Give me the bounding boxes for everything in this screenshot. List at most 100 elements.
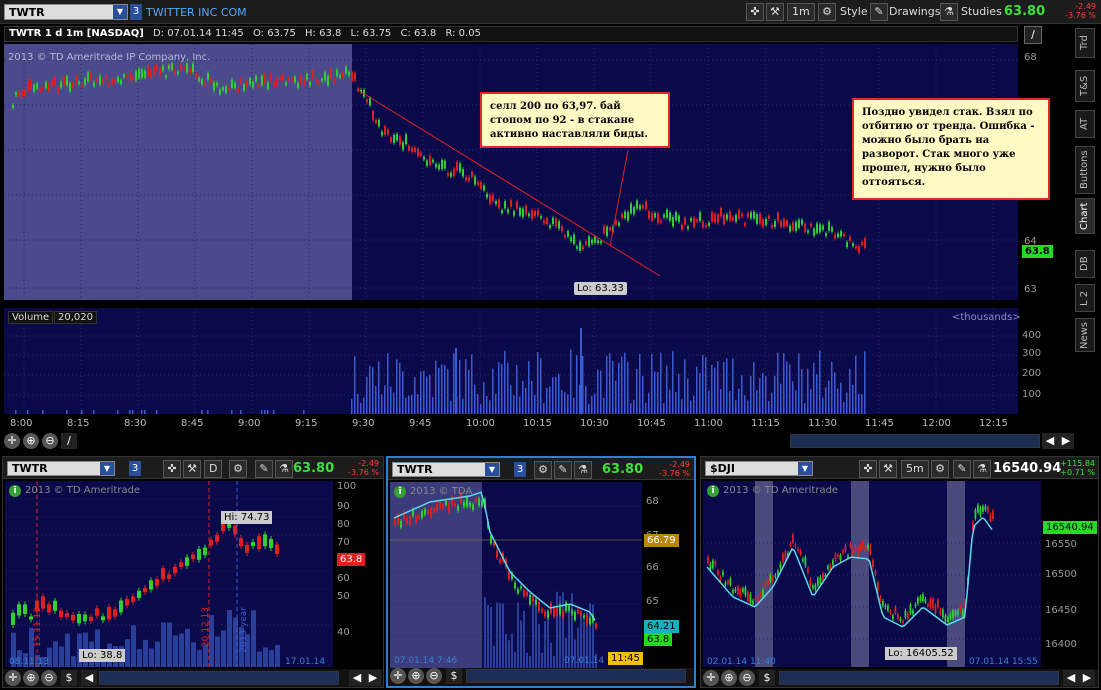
- price-badge: 16540.94: [1043, 521, 1097, 534]
- tab-chart[interactable]: Chart: [1075, 198, 1095, 234]
- dollar-icon[interactable]: $: [759, 670, 775, 686]
- price-badge: 63.8: [644, 633, 673, 646]
- studies-icon[interactable]: ⚗: [973, 460, 991, 478]
- tab-news[interactable]: News: [1075, 318, 1095, 352]
- panel-dji-info: i 2013 © TD Ameritrade: [707, 485, 838, 497]
- vol-tick-100: 100: [1022, 389, 1042, 400]
- panel-dji-symbol-input[interactable]: $DJI ▼: [705, 461, 813, 476]
- main-scrollbar[interactable]: [790, 434, 1040, 448]
- zoom-out-icon[interactable]: ⊖: [42, 433, 58, 449]
- pencil-icon[interactable]: ✎: [554, 461, 572, 479]
- zoom-out-icon[interactable]: ⊖: [426, 668, 442, 684]
- draw-line-icon[interactable]: ∕: [61, 433, 77, 449]
- zoom-in-icon[interactable]: ⊕: [23, 433, 39, 449]
- pan-icon[interactable]: ✛: [4, 433, 20, 449]
- interval-button[interactable]: 5m: [901, 460, 929, 478]
- scrollbar[interactable]: [466, 669, 686, 683]
- scroll-right-icon[interactable]: ▶: [1079, 670, 1095, 686]
- crosshair-tool-icon[interactable]: ✜: [859, 460, 877, 478]
- tab-db[interactable]: DB: [1075, 250, 1095, 278]
- panel-intraday-symbol-input[interactable]: TWTR ▼: [392, 462, 500, 477]
- y-tick: 60: [337, 573, 350, 584]
- change-abs: -2.49: [358, 459, 379, 468]
- panel-intraday-info: i 2013 © TDA: [394, 486, 472, 498]
- hi-label: Hi: 74.73: [221, 511, 273, 524]
- date-left: 08.11.13: [9, 657, 50, 667]
- wrench-icon[interactable]: ⚒: [879, 460, 897, 478]
- lo-label: Lo: 38.8: [79, 649, 126, 662]
- zoom-in-icon[interactable]: ⊕: [23, 670, 39, 686]
- panel-daily-toolbar: TWTR ▼ 3 ✜ ⚒ D ⚙ ✎ ⚗ 63.80 -2.49 -3.76 %: [3, 457, 383, 479]
- tab-at[interactable]: AT: [1075, 110, 1095, 138]
- pencil-icon[interactable]: ✎: [953, 460, 971, 478]
- panel-intraday-toolbar: TWTR ▼ 3 ⚙ ✎ ⚗ 63.80 -2.49 -3.76 %: [388, 458, 694, 480]
- dollar-icon[interactable]: $: [446, 668, 462, 684]
- wrench-icon[interactable]: ⚒: [183, 460, 201, 478]
- panel-dji-chart[interactable]: [703, 481, 1041, 667]
- vline-label-2: 20.12.13: [201, 607, 211, 648]
- volume-title: Volume: [8, 311, 54, 324]
- panel-intraday-chart[interactable]: [390, 482, 642, 668]
- dropdown-icon[interactable]: ▼: [100, 462, 114, 475]
- zoom-out-icon[interactable]: ⊖: [739, 670, 755, 686]
- style-icon[interactable]: ⚙: [931, 460, 949, 478]
- studies-icon[interactable]: ⚗: [574, 461, 592, 479]
- y-tick: 16450: [1045, 605, 1077, 616]
- dropdown-icon[interactable]: ▼: [485, 463, 499, 476]
- zoom-in-icon[interactable]: ⊕: [408, 668, 424, 684]
- info-icon[interactable]: i: [9, 485, 21, 497]
- tab-l2[interactable]: L 2: [1075, 284, 1095, 312]
- studies-icon[interactable]: ⚗: [275, 460, 293, 478]
- link-group-button[interactable]: 3: [129, 461, 141, 476]
- scroll-right-icon[interactable]: ▶: [1058, 433, 1074, 449]
- scroll-right-icon[interactable]: ▶: [365, 670, 381, 686]
- vline-label-1: 15.11.13: [33, 607, 43, 648]
- zoom-out-icon[interactable]: ⊖: [41, 670, 57, 686]
- panel-intraday-price: 63.80: [602, 462, 644, 477]
- time-badge: 11:45: [608, 652, 643, 665]
- panel-daily-symbol-input[interactable]: TWTR ▼: [7, 461, 115, 476]
- time-tick: 11:30: [808, 418, 837, 429]
- pan-icon[interactable]: ✛: [5, 670, 21, 686]
- scroll-left-icon[interactable]: ◀: [81, 670, 97, 686]
- info-icon[interactable]: i: [707, 485, 719, 497]
- time-tick: 10:30: [580, 418, 609, 429]
- panel-daily-price: 63.80: [293, 461, 335, 476]
- panel-daily-chart[interactable]: [5, 481, 333, 667]
- panel-dji-symbol: $DJI: [710, 462, 735, 475]
- panel-daily-controls: ✛ ⊕ ⊖ $ ◀ ◀ ▶: [3, 669, 383, 687]
- link-group-button[interactable]: 3: [514, 462, 526, 477]
- crosshair-tool-icon[interactable]: ✜: [163, 460, 181, 478]
- y-tick: 16400: [1045, 639, 1077, 650]
- scroll-left-icon[interactable]: ◀: [1063, 670, 1079, 686]
- pan-icon[interactable]: ✛: [390, 668, 406, 684]
- price-badge: 63.8: [337, 553, 366, 566]
- dropdown-icon[interactable]: ▼: [798, 462, 812, 475]
- tab-trd[interactable]: Trd: [1075, 28, 1095, 58]
- tab-buttons[interactable]: Buttons: [1075, 146, 1095, 194]
- price-badge: 63.8: [1022, 245, 1053, 258]
- change-pct: -3.76 %: [659, 469, 690, 478]
- panel-daily-change: -2.49 -3.76 %: [343, 459, 379, 477]
- y-tick: 16500: [1045, 569, 1077, 580]
- interval-button[interactable]: D: [204, 460, 223, 478]
- pencil-icon[interactable]: ✎: [255, 460, 273, 478]
- scroll-left-icon[interactable]: ◀: [1042, 433, 1058, 449]
- tab-time-sales[interactable]: T&S: [1075, 70, 1095, 102]
- pan-icon[interactable]: ✛: [703, 670, 719, 686]
- panel-dji: $DJI ▼ ✜ ⚒ 5m ⚙ ✎ ⚗ 16540.94 +115.84 +0.…: [700, 456, 1099, 688]
- change-pct: +0.71 %: [1060, 468, 1095, 477]
- style-icon[interactable]: ⚙: [229, 460, 247, 478]
- zoom-in-icon[interactable]: ⊕: [721, 670, 737, 686]
- scrollbar[interactable]: [779, 671, 1059, 685]
- style-icon[interactable]: ⚙: [534, 461, 552, 479]
- scrollbar[interactable]: [99, 671, 339, 685]
- y-tick-63: 63: [1024, 284, 1037, 295]
- info-icon[interactable]: i: [394, 486, 406, 498]
- scroll-left-icon[interactable]: ◀: [349, 670, 365, 686]
- main-chart[interactable]: [0, 0, 1101, 456]
- time-tick: 11:15: [751, 418, 780, 429]
- y-tick: 40: [337, 627, 350, 638]
- vol-tick-200: 200: [1022, 368, 1042, 379]
- dollar-icon[interactable]: $: [61, 670, 77, 686]
